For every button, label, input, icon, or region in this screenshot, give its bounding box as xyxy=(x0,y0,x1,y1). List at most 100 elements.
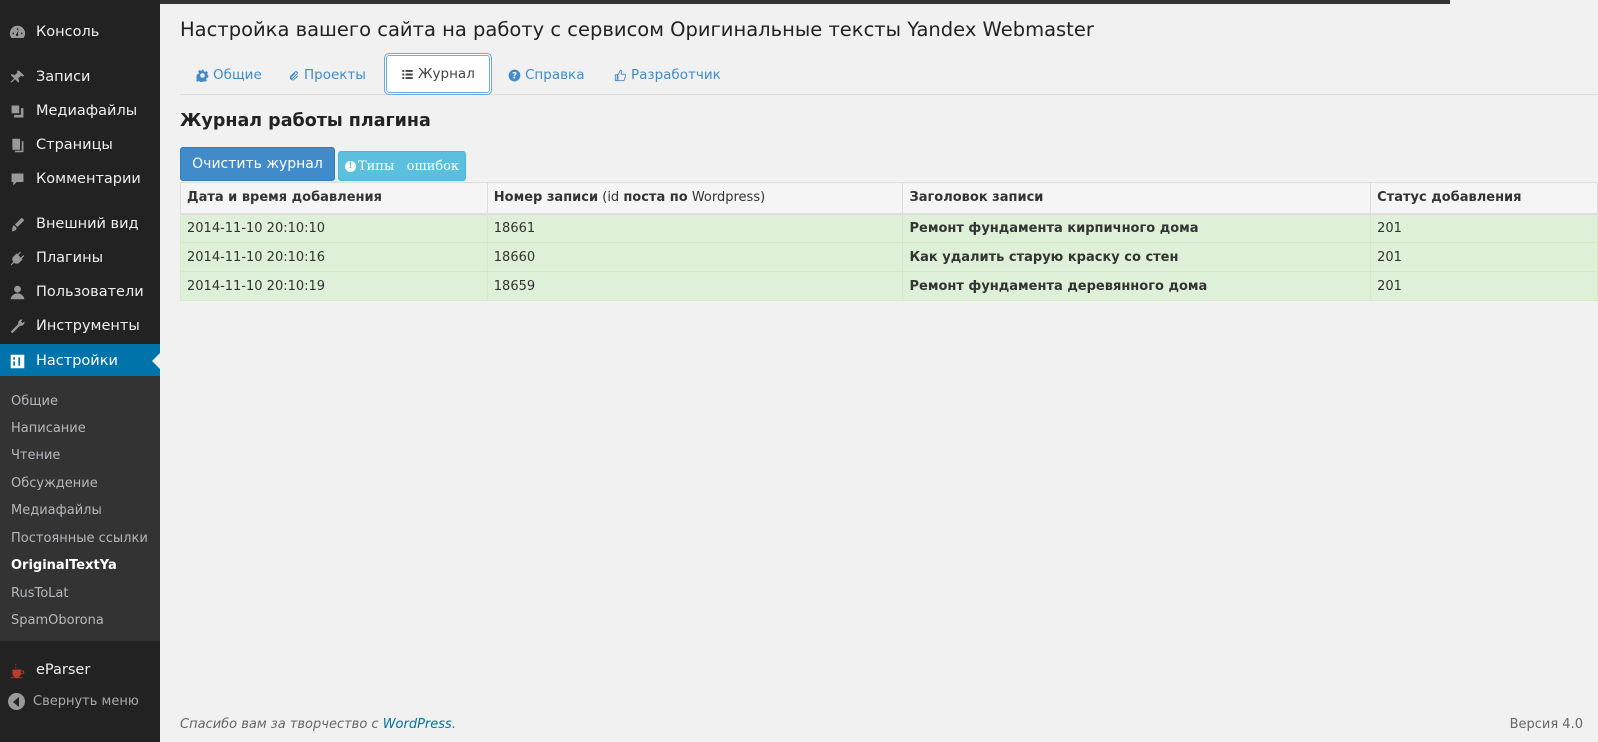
tab-projects[interactable]: Проекты xyxy=(287,55,366,95)
menu-label: Страницы xyxy=(36,137,113,153)
menu-item-comments[interactable]: Комментарии xyxy=(0,162,160,196)
submenu-item-originaltextya[interactable]: OriginalTextYa xyxy=(11,558,117,573)
cell-title: Ремонт фундамента кирпичного дома xyxy=(902,213,1372,243)
menu-label: Медиафайлы xyxy=(36,103,138,119)
cell-status: 201 xyxy=(1370,213,1598,243)
menu-label: Инструменты xyxy=(36,318,140,334)
menu-item-pages[interactable]: Страницы xyxy=(0,128,160,162)
settings-submenu: Общие Написание Чтение Обсуждение Медиаф… xyxy=(0,376,160,641)
footer-version: Версия 4.0 xyxy=(1509,717,1583,732)
gear-icon xyxy=(196,69,209,82)
cell-date: 2014-11-10 20:10:10 xyxy=(180,213,488,243)
question-icon: ? xyxy=(508,69,521,81)
menu-label: Консоль xyxy=(36,24,100,40)
menu-item-settings[interactable]: Настройки xyxy=(0,344,160,378)
header-number-bold: Номер записи xyxy=(493,190,599,206)
menu-label: Плагины xyxy=(36,250,104,266)
footer-thanks: Спасибо вам за творчество с WordPress. xyxy=(180,717,456,732)
tab-label: Общие xyxy=(213,67,262,83)
collapse-menu-button[interactable]: Свернуть меню xyxy=(8,693,139,710)
submenu-item-general[interactable]: Общие xyxy=(11,394,58,409)
cell-status: 201 xyxy=(1370,242,1598,272)
menu-label: eParser xyxy=(36,662,91,678)
header-number-paren-close: Wordpress) xyxy=(687,190,766,206)
comment-icon xyxy=(8,170,26,188)
submenu-item-permalinks[interactable]: Постоянные ссылки xyxy=(11,531,148,546)
pages-icon xyxy=(8,136,26,154)
submenu-item-media[interactable]: Медиафайлы xyxy=(11,503,102,518)
header-status: Статус добавления xyxy=(1370,182,1598,215)
tab-developer[interactable]: Разработчик xyxy=(614,55,721,95)
table-header-row: Дата и время добавления Номер записи (id… xyxy=(180,182,1598,215)
plugin-icon xyxy=(8,249,26,267)
tab-label: Разработчик xyxy=(631,67,721,83)
menu-label: Внешний вид xyxy=(36,216,139,232)
brush-icon xyxy=(8,215,26,233)
coffee-icon xyxy=(8,661,26,679)
cell-id: 18661 xyxy=(486,213,904,243)
page-title: Настройка вашего сайта на работу с серви… xyxy=(180,18,1094,41)
submenu-item-rustolat[interactable]: RusToLat xyxy=(11,586,68,601)
header-title: Заголовок записи xyxy=(902,182,1372,215)
submenu-item-reading[interactable]: Чтение xyxy=(11,448,60,463)
journal-table: Дата и время добавления Номер записи (id… xyxy=(180,182,1598,301)
menu-item-appearance[interactable]: Внешний вид xyxy=(0,207,160,241)
cell-title: Как удалить старую краску со стен xyxy=(902,242,1372,272)
menu-label: Настройки xyxy=(36,353,118,369)
collapse-label: Свернуть меню xyxy=(33,694,139,709)
cell-date: 2014-11-10 20:10:16 xyxy=(180,242,488,272)
section-title: Журнал работы плагина xyxy=(180,111,431,131)
submenu-item-writing[interactable]: Написание xyxy=(11,421,86,436)
exclamation-icon: ! xyxy=(344,160,356,172)
menu-item-media[interactable]: Медиафайлы xyxy=(0,94,160,128)
error-types-label: Типы ошибок xyxy=(357,158,460,174)
pin-icon xyxy=(8,68,26,86)
table-row: 2014-11-10 20:10:19 18659 Ремонт фундаме… xyxy=(180,271,1598,301)
cell-title: Ремонт фундамента деревянного дома xyxy=(902,271,1372,301)
media-icon xyxy=(8,102,26,120)
menu-label: Записи xyxy=(36,69,91,85)
header-number: Номер записи (id поста по Wordpress) xyxy=(486,182,904,215)
clear-journal-button[interactable]: Очистить журнал xyxy=(180,147,335,181)
header-number-bold2: поста по xyxy=(623,190,688,206)
tab-general[interactable]: Общие xyxy=(196,55,262,95)
header-date: Дата и время добавления xyxy=(180,182,488,215)
error-types-button[interactable]: ! Типы ошибок xyxy=(338,151,466,181)
wrench-icon xyxy=(8,317,26,335)
table-row: 2014-11-10 20:10:16 18660 Как удалить ст… xyxy=(180,242,1598,272)
cell-id: 18659 xyxy=(486,271,904,301)
menu-item-posts[interactable]: Записи xyxy=(0,60,160,94)
submenu-item-discussion[interactable]: Обсуждение xyxy=(11,476,98,491)
menu-item-tools[interactable]: Инструменты xyxy=(0,309,160,343)
wordpress-link[interactable]: WordPress xyxy=(383,717,452,732)
menu-item-console[interactable]: Консоль xyxy=(0,15,160,49)
menu-label: Комментарии xyxy=(36,171,141,187)
submenu-item-spamoborona[interactable]: SpamOborona xyxy=(11,613,104,628)
dashboard-icon xyxy=(8,23,26,41)
cell-date: 2014-11-10 20:10:19 xyxy=(180,271,488,301)
footer-thanks-suffix: . xyxy=(451,717,456,732)
collapse-arrow-icon xyxy=(8,693,25,710)
admin-sidebar: Консоль Записи Медиафайлы Страницы Комме… xyxy=(0,0,160,742)
menu-item-plugins[interactable]: Плагины xyxy=(0,241,160,275)
tab-help[interactable]: ? Справка xyxy=(508,55,584,95)
cell-id: 18660 xyxy=(486,242,904,272)
thumbs-up-icon xyxy=(614,69,627,81)
paperclip-icon xyxy=(289,70,299,80)
cell-status: 201 xyxy=(1370,271,1598,301)
menu-label: Пользователи xyxy=(36,284,144,300)
settings-tabs: Общие Проекты Журнал ? Справка Разработч… xyxy=(180,54,1598,95)
header-number-paren-open: (id xyxy=(598,190,624,206)
tab-label: Проекты xyxy=(304,67,366,83)
active-arrow xyxy=(152,353,160,369)
admin-bar-strip xyxy=(160,0,1450,4)
menu-item-users[interactable]: Пользователи xyxy=(0,275,160,309)
tab-label: Журнал xyxy=(418,66,475,82)
user-icon xyxy=(8,283,26,301)
top-bar xyxy=(160,0,1598,4)
tab-label: Справка xyxy=(525,67,585,83)
list-icon xyxy=(402,69,413,79)
tab-journal[interactable]: Журнал xyxy=(385,54,491,94)
menu-item-eparser[interactable]: eParser xyxy=(0,653,160,687)
settings-icon xyxy=(8,352,26,370)
